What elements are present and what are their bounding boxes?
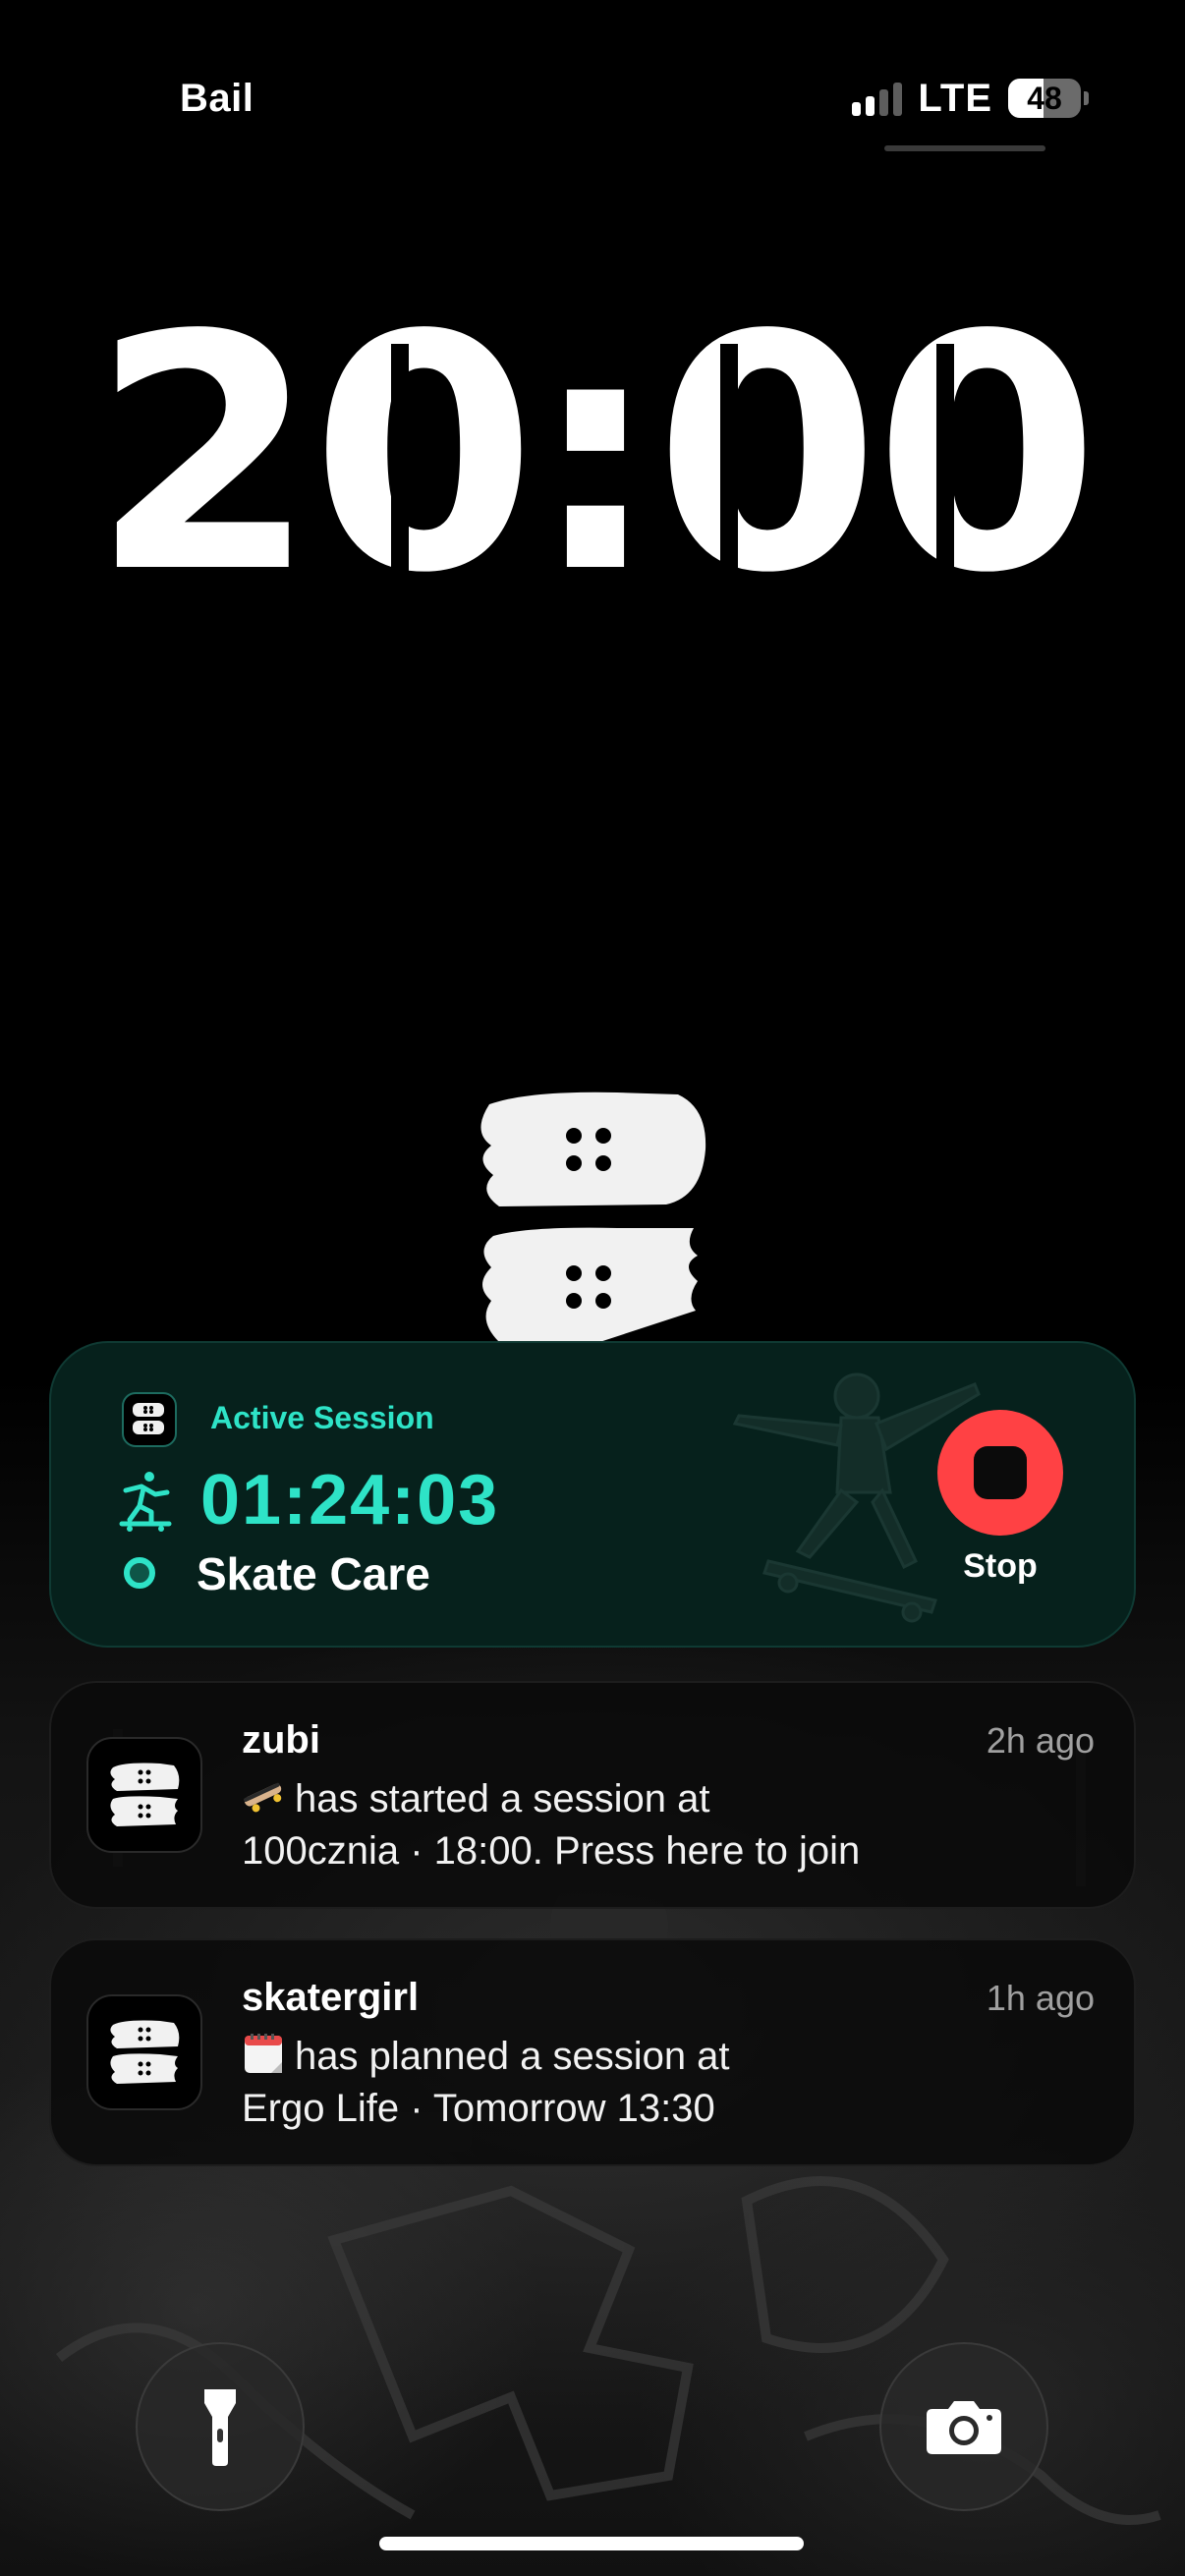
notification-message: has planned a session at Ergo Life · Tom…: [242, 2031, 1097, 2135]
calendar-icon: [245, 2034, 282, 2073]
skateboard-logo-icon: [110, 1763, 180, 1826]
active-session-live-activity[interactable]: Active Session 01:24:03 Skate Care Stop: [49, 1341, 1136, 1648]
home-indicator[interactable]: [379, 2537, 804, 2550]
notification-timestamp: 1h ago: [986, 1978, 1095, 2018]
notification-card[interactable]: skatergirl 1h ago has planned a session …: [49, 1938, 1136, 2166]
live-activity-title: Active Session: [210, 1400, 434, 1435]
skateboard-logo-icon: [110, 2020, 180, 2084]
flashlight-icon: [204, 2389, 236, 2466]
notification-message-line2: Ergo Life · Tomorrow 13:30: [242, 2087, 715, 2130]
lock-screen-clock[interactable]: 20:00: [0, 293, 1185, 617]
stop-session-button[interactable]: [937, 1410, 1063, 1536]
cellular-signal-icon: [852, 81, 903, 116]
clock-stencil-cut: [936, 344, 954, 599]
network-type: LTE: [918, 76, 992, 120]
skateboarder-icon: [119, 1472, 172, 1532]
status-indicators: LTE 48: [852, 71, 1089, 126]
notification-timestamp: 2h ago: [986, 1720, 1095, 1761]
skateboard-logo-icon: [133, 1403, 164, 1434]
notification-username: skatergirl: [242, 1976, 420, 2019]
notification-username: zubi: [242, 1718, 320, 1762]
session-elapsed-timer: 01:24:03: [200, 1461, 500, 1540]
stop-icon: [974, 1446, 1027, 1499]
notification-message: has started a session at 100cznia · 18:0…: [242, 1773, 1097, 1877]
session-spot-name: Skate Care: [197, 1548, 430, 1599]
camera-button[interactable]: [879, 2342, 1048, 2511]
clock-stencil-cut: [720, 344, 738, 599]
camera-icon: [927, 2401, 1001, 2454]
notification-card[interactable]: zubi 2h ago has started a session at 100…: [49, 1681, 1136, 1909]
notification-message-line2: 100cznia · 18:00. Press here to join: [242, 1829, 861, 1873]
skateboard-icon: [243, 1782, 282, 1813]
app-icon: [86, 1737, 202, 1853]
app-icon: [122, 1392, 177, 1447]
carrier-name: Bail: [180, 77, 254, 120]
app-icon: [86, 1994, 202, 2110]
spot-status-dot: [124, 1557, 155, 1589]
clock-stencil-cut: [391, 344, 409, 599]
stop-button-label[interactable]: Stop: [937, 1547, 1063, 1586]
flashlight-button[interactable]: [136, 2342, 305, 2511]
skate-app-widget-logo[interactable]: [470, 1089, 715, 1346]
battery-percentage: 48: [1027, 80, 1062, 116]
notification-message-line1: has started a session at: [295, 1777, 710, 1820]
status-bar-underline: [884, 145, 1045, 151]
battery-icon: 48: [1008, 79, 1089, 118]
notification-message-line1: has planned a session at: [295, 2035, 730, 2078]
